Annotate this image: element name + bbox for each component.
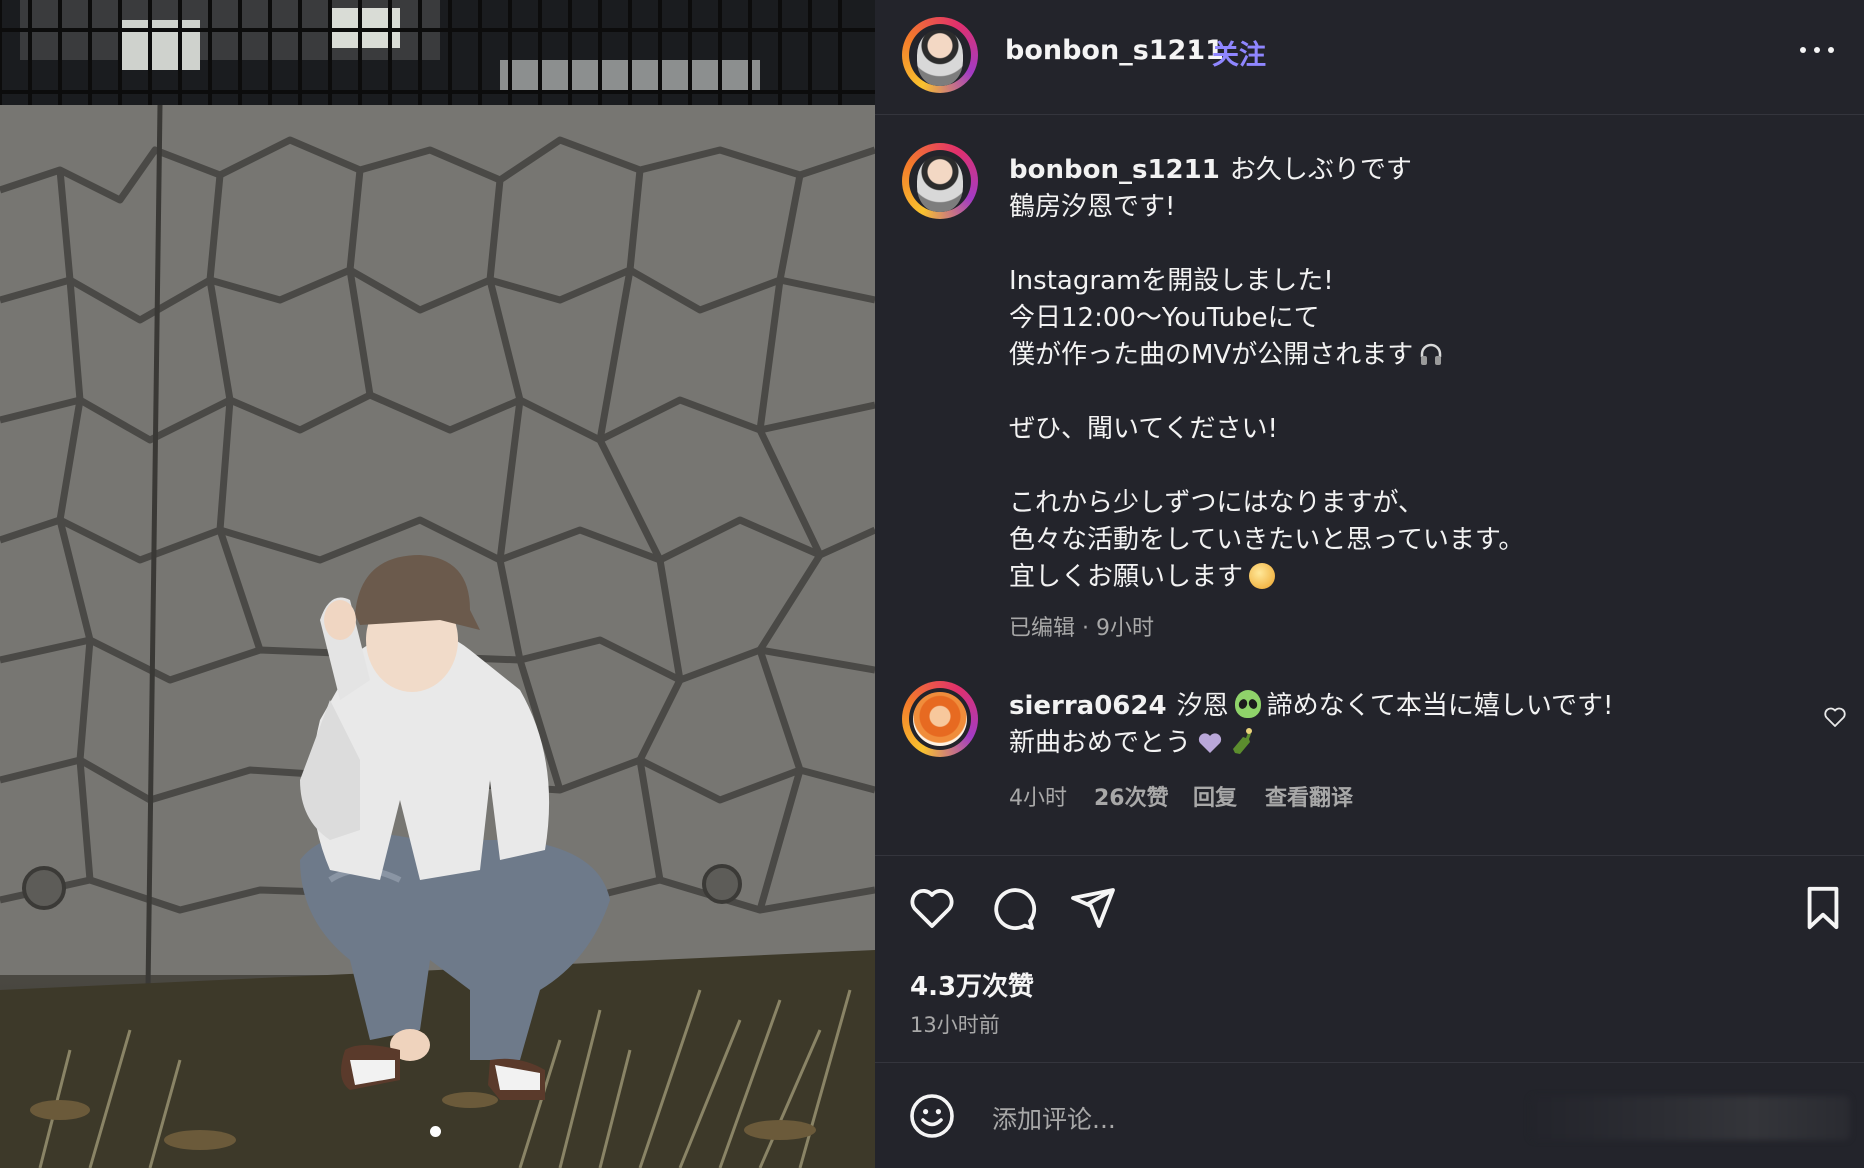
caption-line: 宜しくお願いします — [1009, 562, 1244, 592]
composer-divider — [875, 1062, 1864, 1063]
post-caption: bonbon_s1211 お久しぶりです 鶴房汐恩です! Instagramを開設… — [1009, 152, 1769, 596]
comment-reply-link[interactable]: 回复 — [1193, 780, 1237, 812]
comment-text-part: 諦めなくて本当に嬉しいです! — [1266, 691, 1614, 721]
comment-time: 4小时 — [1009, 786, 1067, 811]
post-photo[interactable] — [0, 0, 875, 1168]
champagne-bottle-emoji-icon — [1233, 728, 1253, 754]
commenter-avatar[interactable] — [902, 681, 978, 757]
comment-translate-link[interactable]: 查看翻译 — [1265, 780, 1353, 812]
follow-button[interactable]: 关注 — [1212, 33, 1266, 72]
comment-body: sierra0624 汐恩 諦めなくて本当に嬉しいです! 新曲おめでとう — [1009, 688, 1789, 762]
instagram-post-view: bonbon_s1211 • 关注 bonbon_s1211 お久しぶりです 鶴房… — [0, 0, 1864, 1168]
caption-line: お久しぶりです — [1229, 155, 1412, 185]
header-divider — [875, 114, 1864, 115]
share-send-icon[interactable] — [1068, 884, 1118, 932]
post-likes-count[interactable]: 4.3万次赞 — [910, 966, 1034, 1003]
emoji-picker-smile-icon[interactable] — [908, 1092, 956, 1140]
author-avatar[interactable] — [902, 17, 978, 93]
caption-line: これから少しずつにはなりますが、 — [1009, 488, 1424, 518]
caption-line: Instagramを開設しました! — [1009, 266, 1334, 296]
headphones-emoji-icon — [1420, 343, 1442, 365]
comment-text-part: 新曲おめでとう — [1009, 728, 1192, 758]
actions-divider — [875, 855, 1864, 856]
full-moon-emoji-icon — [1249, 563, 1276, 589]
caption-author-avatar[interactable] — [902, 143, 978, 219]
alien-emoji-icon — [1234, 690, 1261, 718]
carousel-indicator-dot[interactable] — [430, 1126, 441, 1137]
caption-line: 僕が作った曲のMVが公開されます — [1009, 340, 1414, 370]
caption-line: ぜひ、聞いてください! — [1009, 414, 1278, 444]
post-timestamp: 13小时前 — [910, 1013, 1000, 1037]
like-heart-icon[interactable] — [906, 884, 958, 932]
caption-line: 今日12:00〜YouTubeにて — [1009, 303, 1320, 333]
comment-likes-count[interactable]: 26次赞 — [1094, 780, 1169, 812]
comment-heart-icon[interactable] — [1822, 705, 1848, 729]
purple-heart-emoji-icon — [1198, 733, 1222, 753]
photo-illustration — [0, 0, 875, 1168]
comment-bubble-icon[interactable] — [987, 884, 1039, 932]
caption-line: 色々な活動をしていきたいと思っています。 — [1009, 525, 1525, 555]
blurred-composer-area — [1530, 1096, 1850, 1140]
caption-meta: 已编辑 · 9小时 — [1009, 616, 1154, 641]
commenter-username[interactable]: sierra0624 — [1009, 691, 1167, 721]
save-bookmark-icon[interactable] — [1800, 884, 1846, 932]
more-options-icon[interactable] — [1800, 44, 1836, 56]
caption-username[interactable]: bonbon_s1211 — [1009, 155, 1220, 185]
caption-line: 鶴房汐恩です! — [1009, 192, 1176, 222]
header-separator: • — [1188, 36, 1203, 64]
comment-text-part: 汐恩 — [1176, 691, 1229, 721]
